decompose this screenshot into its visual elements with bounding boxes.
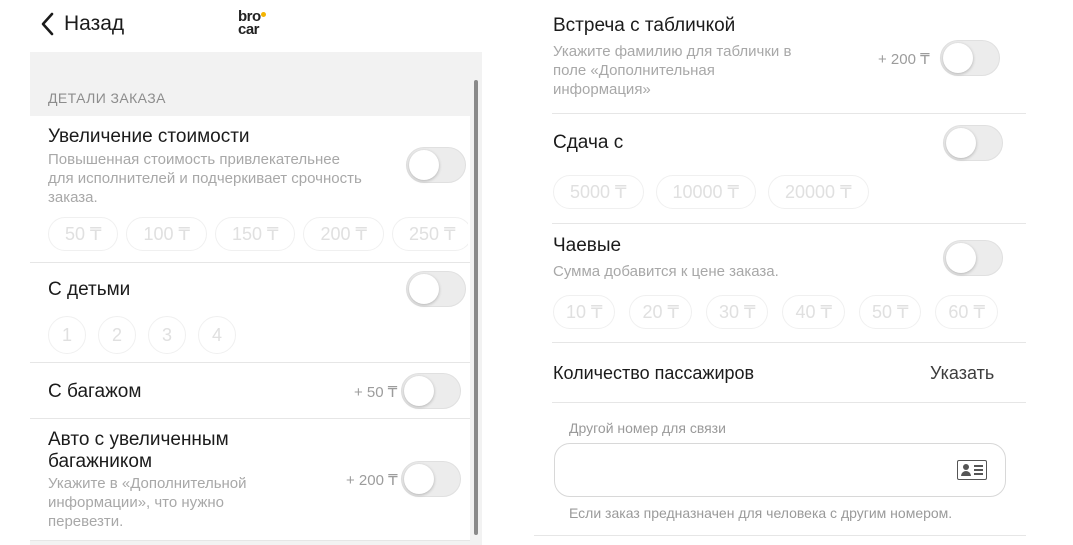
other-phone-label: Другой номер для связи: [569, 420, 726, 436]
order-options-panel: Встреча с табличкой Укажите фамилию для …: [534, 0, 1027, 545]
with-luggage-price: + 50 ₸: [354, 384, 398, 401]
back-button[interactable]: Назад: [40, 12, 124, 36]
contact-head: [963, 464, 969, 470]
price-increase-title: Увеличение стоимости: [48, 126, 250, 147]
big-trunk-description: Укажите в «Дополнительной информации», ч…: [48, 474, 247, 531]
change-from-toggle[interactable]: [943, 125, 1003, 161]
other-phone-input[interactable]: [554, 443, 1006, 497]
desc-line: Укажите фамилию для таблички в: [553, 43, 792, 60]
tip-chip[interactable]: 20 ₸: [629, 295, 692, 329]
tips-description: Сумма добавится к цене заказа.: [553, 263, 779, 280]
kids-count-chip[interactable]: 4: [198, 316, 236, 354]
divider: [552, 402, 1026, 403]
desc-line: Укажите в «Дополнительной: [48, 475, 247, 492]
scrollbar[interactable]: [474, 80, 478, 535]
price-chip[interactable]: 200 ₸: [303, 217, 384, 251]
section-title: ДЕТАЛИ ЗАКАЗА: [48, 90, 166, 106]
desc-line: заказа.: [48, 189, 98, 206]
contact-line: [974, 469, 983, 471]
tip-chip[interactable]: 10 ₸: [553, 295, 616, 329]
toggle-knob: [404, 376, 434, 406]
contact-body: [961, 471, 971, 476]
with-kids-row: С детьми 1 2 3 4: [30, 263, 470, 363]
price-chip[interactable]: 250 ₸: [391, 217, 468, 251]
desc-line: перевезти.: [48, 513, 124, 530]
desc-line: информация»: [553, 81, 651, 98]
kids-count-chip[interactable]: 2: [98, 316, 136, 354]
with-luggage-toggle[interactable]: [401, 373, 461, 409]
meet-sign-description: Укажите фамилию для таблички в поле «Доп…: [553, 42, 791, 99]
price-chip[interactable]: 100 ₸: [126, 217, 207, 251]
desc-line: для исполнителей и подчеркивает срочност…: [48, 170, 362, 187]
big-trunk-row: Авто с увеличенным багажником Укажите в …: [30, 419, 470, 541]
divider: [552, 223, 1026, 224]
title-line: Авто с увеличенным: [48, 429, 229, 450]
tip-chip[interactable]: 30 ₸: [705, 295, 769, 329]
with-luggage-title: С багажом: [48, 381, 142, 402]
passengers-specify-link[interactable]: Указать: [930, 363, 994, 384]
toggle-knob: [409, 274, 439, 304]
toggle-knob: [946, 128, 976, 158]
price-increase-row: Увеличение стоимости Повышенная стоимост…: [30, 116, 470, 263]
tip-chip[interactable]: 60 ₸: [935, 295, 998, 329]
with-kids-title: С детьми: [48, 279, 131, 300]
kids-count-chips: 1 2 3 4: [48, 316, 236, 354]
chevron-left-icon: [41, 12, 54, 36]
other-phone-hint: Если заказ предназначен для человека с д…: [569, 505, 953, 521]
change-amount-chip[interactable]: 20000 ₸: [768, 175, 869, 209]
tip-chip[interactable]: 40 ₸: [782, 295, 845, 329]
big-trunk-toggle[interactable]: [401, 461, 461, 497]
logo-dot: [260, 12, 266, 17]
brocar-logo: bro car: [238, 9, 272, 38]
price-chip[interactable]: 150 ₸: [214, 217, 296, 251]
contact-line: [974, 465, 983, 467]
change-amount-chip[interactable]: 5000 ₸: [553, 175, 644, 209]
price-increase-toggle[interactable]: [406, 147, 466, 183]
tip-chip[interactable]: 50 ₸: [858, 295, 922, 329]
contact-card-icon[interactable]: [957, 460, 987, 480]
tips-toggle[interactable]: [943, 240, 1003, 276]
top-bar: Назад bro car: [30, 0, 482, 52]
divider: [552, 113, 1026, 114]
back-label: Назад: [64, 12, 125, 35]
order-details-panel: Назад bro car ДЕТАЛИ ЗАКАЗА Увеличение с…: [30, 0, 482, 545]
change-from-title: Сдача с: [553, 132, 624, 153]
tips-title: Чаевые: [553, 235, 622, 256]
desc-line: поле «Дополнительная: [553, 62, 715, 79]
price-increase-chips: 50 ₸ 100 ₸ 150 ₸ 200 ₸ 250 ₸ 3: [48, 217, 468, 251]
kids-count-chip[interactable]: 3: [148, 316, 186, 354]
desc-line: Повышенная стоимость привлекательнее: [48, 151, 340, 168]
big-trunk-title: Авто с увеличенным багажником: [48, 429, 229, 473]
divider: [552, 342, 1026, 343]
meet-sign-title: Встреча с табличкой: [553, 15, 736, 36]
toggle-knob: [943, 43, 973, 73]
toggle-knob: [409, 150, 439, 180]
logo-bottom-text: car: [238, 21, 260, 38]
contact-line: [974, 473, 983, 475]
with-luggage-row: С багажом + 50 ₸: [30, 363, 470, 419]
change-amount-chips: 5000 ₸ 10000 ₸ 20000 ₸: [553, 175, 869, 209]
meet-sign-toggle[interactable]: [940, 40, 1000, 76]
title-line: багажником: [48, 451, 153, 472]
toggle-knob: [404, 464, 434, 494]
desc-line: информации», что нужно: [48, 494, 225, 511]
divider: [534, 535, 1026, 536]
toggle-knob: [946, 243, 976, 273]
meet-sign-price: + 200 ₸: [878, 51, 930, 68]
passengers-title: Количество пассажиров: [553, 363, 755, 383]
big-trunk-price: + 200 ₸: [346, 472, 398, 489]
price-chip[interactable]: 50 ₸: [48, 217, 119, 251]
with-kids-toggle[interactable]: [406, 271, 466, 307]
change-amount-chip[interactable]: 10000 ₸: [655, 175, 757, 209]
kids-count-chip[interactable]: 1: [48, 316, 86, 354]
tips-chips: 10 ₸ 20 ₸ 30 ₸ 40 ₸ 50 ₸ 60 ₸: [553, 295, 998, 329]
price-increase-description: Повышенная стоимость привлекательнее для…: [48, 150, 362, 207]
